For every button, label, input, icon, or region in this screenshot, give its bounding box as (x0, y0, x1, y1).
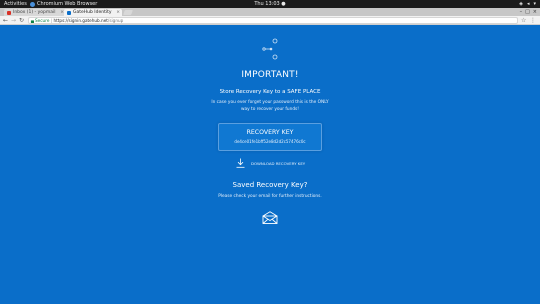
browser-menu-icon[interactable]: ⋮ (530, 16, 536, 25)
envelope-icon (262, 211, 278, 224)
tab-inbox[interactable]: Inbox (1) - yopmail × (4, 9, 66, 16)
gatehub-favicon-icon (67, 11, 71, 15)
minimize-icon[interactable]: – (520, 8, 523, 16)
download-recovery-key-button[interactable]: DOWNLOAD RECOVERY KEY (236, 158, 305, 168)
page-content: IMPORTANT! Store Recovery Key to a SAFE … (0, 26, 540, 304)
tab-label: Inbox (1) - yopmail (13, 10, 56, 15)
tab-gatehub[interactable]: GateHub Identity × (64, 9, 122, 16)
forward-button[interactable]: → (11, 16, 16, 25)
recovery-key-box: RECOVERY KEY de4ce01fe1bff52e8d2d2c57476… (218, 123, 322, 151)
download-icon (236, 158, 245, 168)
recovery-key-label: RECOVERY KEY (246, 129, 294, 136)
system-top-bar: Activities Chromium Web Browser Thu 13:0… (0, 0, 540, 8)
network-icon: ◈ (519, 1, 523, 7)
address-path: /signup (107, 18, 124, 23)
lock-icon: ■ (30, 19, 35, 24)
system-status-area[interactable]: ◈ ◂ ▾ (519, 0, 536, 8)
clock[interactable]: Thu 13:03 ● (0, 0, 540, 8)
gatehub-logo-icon (262, 38, 278, 60)
saved-key-description: Please check your email for further inst… (218, 194, 322, 199)
volume-icon: ◂ (526, 1, 530, 7)
secure-label: Secure (35, 18, 50, 23)
description-line: way to recover your funds! (240, 106, 300, 112)
tab-label: GateHub Identity (73, 10, 112, 15)
address-host: https://signin.gatehub.net (53, 18, 108, 23)
page-description: In case you ever forget your password th… (0, 100, 540, 113)
window-controls: – □ × (520, 8, 537, 16)
tab-strip: Inbox (1) - yopmail × GateHub Identity ×… (0, 8, 540, 16)
page-title: IMPORTANT! (241, 70, 299, 80)
page-subtitle: Store Recovery Key to a SAFE PLACE (219, 89, 321, 95)
power-icon: ▾ (533, 1, 536, 7)
yopmail-favicon-icon (7, 11, 11, 15)
recovery-key-value: de4ce01fe1bff52e8d2d2c57476c0c (234, 139, 306, 144)
download-label: DOWNLOAD RECOVERY KEY (251, 160, 306, 166)
address-bar[interactable]: ■ Secure | https://signin.gatehub.net/si… (28, 17, 518, 24)
back-button[interactable]: ← (3, 16, 8, 25)
close-tab-icon[interactable]: × (116, 9, 120, 16)
close-window-icon[interactable]: × (533, 8, 537, 16)
new-tab-button[interactable] (123, 10, 133, 15)
saved-key-heading: Saved Recovery Key? (232, 181, 308, 189)
reload-button[interactable]: ↻ (19, 16, 24, 25)
maximize-icon[interactable]: □ (525, 8, 530, 16)
bookmark-star-icon[interactable]: ☆ (521, 16, 526, 25)
browser-toolbar: ← → ↻ ■ Secure | https://signin.gatehub.… (0, 16, 540, 25)
